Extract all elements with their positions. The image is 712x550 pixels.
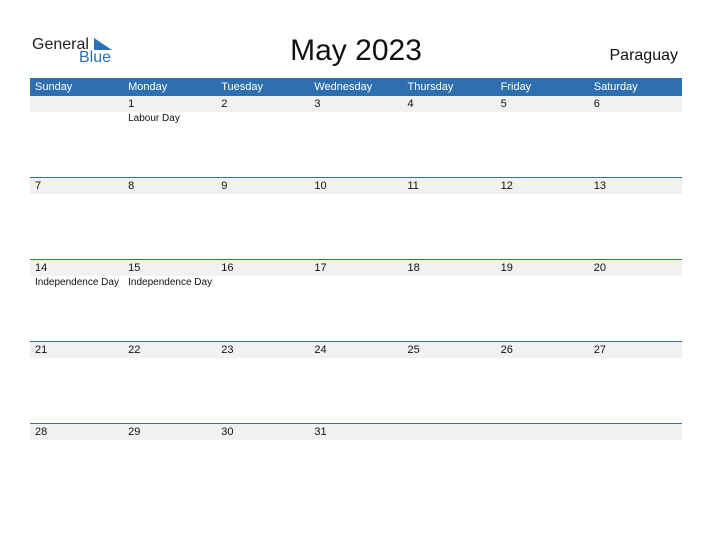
day-number: 17 [314,262,327,274]
day-number: 16 [221,262,234,274]
holiday-label [589,276,682,290]
day-number: 8 [128,180,135,192]
holiday-label [496,112,589,126]
day-number: 5 [500,98,507,110]
holiday-label [403,276,496,290]
weekday-monday: Monday [128,81,168,93]
day-number [30,96,123,112]
weekday-header: Sunday Monday Tuesday Wednesday Thursday… [30,78,682,96]
day-number: 31 [314,426,327,438]
events-band: Independence Day Independence Day [30,276,682,290]
country-label: Paraguay [609,47,679,64]
day-number: 25 [407,344,420,356]
week-row: 14 15 16 17 18 19 20 Independence Day Independen… [30,259,682,341]
weekday-thursday: Thursday [407,81,454,93]
week-row: 7 8 9 10 11 12 13 [30,177,682,259]
day-number: 1 [128,98,135,110]
day-number: 4 [407,98,414,110]
day-number: 21 [35,344,48,356]
day-number: 14 [35,262,48,274]
weekday-sunday: Sunday [35,81,73,93]
day-number: 9 [221,180,228,192]
day-number: 19 [500,262,513,274]
holiday-label [496,276,589,290]
calendar-grid: Sunday Monday Tuesday Wednesday Thursday… [30,78,682,505]
holiday-label [309,112,402,126]
weekday-wednesday: Wednesday [314,81,373,93]
day-number-band: 14 15 16 17 18 19 20 [30,260,682,276]
day-number: 6 [593,98,600,110]
day-number: 2 [221,98,228,110]
week-row: 1 2 3 4 5 6 Labour Day [30,96,682,177]
day-number: 24 [314,344,327,356]
page-title: May 2023 [290,34,422,67]
day-number [589,424,682,440]
day-number: 3 [314,98,321,110]
events-band: Labour Day [30,112,682,126]
day-number: 15 [128,262,141,274]
holiday-label: Independence Day [35,277,119,288]
weekday-tuesday: Tuesday [221,81,264,93]
day-number: 10 [314,180,327,192]
day-number: 28 [35,426,48,438]
day-number: 7 [35,180,42,192]
day-number [403,424,496,440]
day-number: 29 [128,426,141,438]
holiday-label [309,276,402,290]
weekday-saturday: Saturday [593,81,638,93]
weekday-friday: Friday [500,81,532,93]
day-number-band: 28 29 30 31 [30,424,682,440]
day-number-band: 21 22 23 24 25 26 27 [30,342,682,358]
day-number: 30 [221,426,234,438]
day-number: 12 [500,180,513,192]
day-number: 11 [407,180,419,192]
day-number-band: 1 2 3 4 5 6 [30,96,682,112]
day-number: 18 [407,262,420,274]
day-number: 13 [593,180,606,192]
holiday-label [216,276,309,290]
holiday-label [216,112,309,126]
day-number-band: 7 8 9 10 11 12 13 [30,178,682,194]
day-number: 23 [221,344,234,356]
day-number: 26 [500,344,513,356]
holiday-label [30,112,123,126]
day-number: 20 [593,262,606,274]
day-number [496,424,589,440]
holiday-label [589,112,682,126]
day-number: 27 [593,344,606,356]
holiday-label [403,112,496,126]
week-row: 28 29 30 31 [30,423,682,505]
holiday-label: Independence Day [128,277,213,288]
week-row: 21 22 23 24 25 26 27 [30,341,682,423]
holiday-label: Labour Day [128,113,180,124]
day-number: 22 [128,344,141,356]
